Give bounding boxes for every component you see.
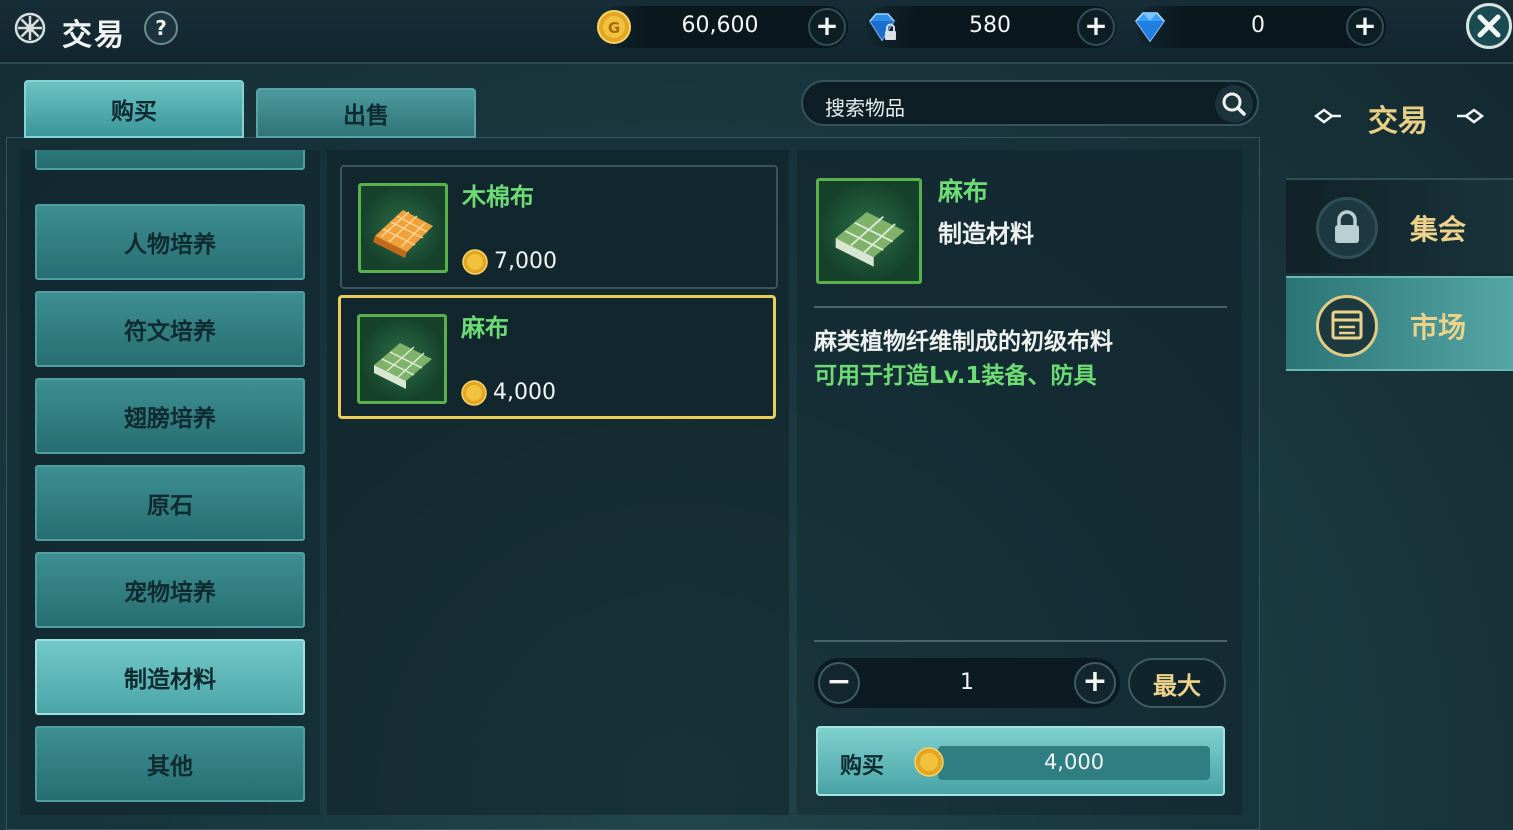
diamond-ornament-icon [1457,108,1484,124]
item-name: 麻布 [461,314,509,342]
close-button[interactable] [1466,3,1512,49]
top-bar: 交易 ? G 60,600 + 580 + 0 + [0,0,1513,64]
search-button[interactable] [1215,85,1253,123]
category-list[interactable]: 人物培养 符文培养 翅膀培养 原石 宠物培养 制造材料 其他 [20,150,320,815]
help-button[interactable]: ? [144,11,178,45]
diamond-ornament-icon [1314,108,1341,124]
trade-emblem-icon [14,12,46,44]
side-panel-header: 交易 [1290,80,1513,172]
quantity-stepper: 1 − + [814,658,1120,708]
svg-text:G: G [608,19,620,37]
side-panel-title: 交易 [1368,104,1428,139]
gold-coin-icon: G [597,10,631,44]
add-diamond-button[interactable]: + [1346,8,1384,46]
divider [814,306,1227,308]
category-item[interactable]: 符文培养 [35,291,305,367]
item-price: 7,000 [494,249,557,274]
decrease-quantity-button[interactable]: − [818,662,860,704]
increase-quantity-button[interactable]: + [1074,662,1116,704]
total-price-bar: 4,000 [938,746,1210,780]
gold-coin-icon [462,249,488,275]
tab-sell[interactable]: 出售 [256,88,476,138]
category-item-active[interactable]: 制造材料 [35,639,305,715]
tab-buy[interactable]: 购买 [24,80,244,138]
diamond-icon [1135,12,1165,43]
item-list: 木棉布 7,000 麻布 4,000 [327,150,789,815]
category-item[interactable]: 人物培养 [35,204,305,280]
category-item[interactable]: 宠物培养 [35,552,305,628]
sidebar-item-market[interactable]: 市场 [1286,276,1513,371]
search-icon [1222,92,1246,116]
lock-icon [1316,197,1378,259]
category-item[interactable]: 原石 [35,465,305,541]
search-bar[interactable]: 搜索物品 [801,80,1259,126]
market-stall-icon [1316,295,1378,357]
bound-diamond-amount: 580 [969,13,1011,38]
max-quantity-button[interactable]: 最大 [1128,658,1226,708]
locked-diamond-icon [869,13,896,42]
linen-cloth-icon [816,178,922,284]
sidebar-item-gathering[interactable]: 集会 [1286,178,1513,273]
add-gold-button[interactable]: + [808,8,846,46]
divider [814,640,1227,642]
add-bound-diamond-button[interactable]: + [1077,8,1115,46]
item-price: 4,000 [493,380,556,405]
buy-button-label: 购买 [840,754,885,779]
gold-coin-icon [914,747,944,777]
page-title: 交易 [62,18,126,53]
close-icon [1477,14,1501,38]
category-item-partial[interactable] [35,150,305,170]
category-item[interactable]: 翅膀培养 [35,378,305,454]
gold-amount: 60,600 [681,13,759,38]
gold-coin-icon [461,380,487,406]
item-card[interactable]: 木棉布 7,000 [340,165,778,289]
sidebar-item-label: 集会 [1410,213,1467,246]
detail-description: 麻类植物纤维制成的初级布料 [814,329,1113,355]
search-input[interactable]: 搜索物品 [825,92,905,121]
diamond-amount: 0 [1251,13,1265,38]
detail-usage: 可用于打造Lv.1装备、防具 [814,363,1097,389]
category-item[interactable]: 其他 [35,726,305,802]
sidebar-item-label: 市场 [1410,311,1467,344]
item-card-selected[interactable]: 麻布 4,000 [338,295,776,419]
item-name: 木棉布 [462,183,534,211]
detail-item-type: 制造材料 [938,220,1034,248]
linen-cloth-icon [357,314,447,404]
buy-button[interactable]: 购买 4,000 [816,726,1225,796]
kapok-cloth-icon [358,183,448,273]
detail-item-name: 麻布 [938,177,989,206]
total-price: 4,000 [1043,750,1105,774]
